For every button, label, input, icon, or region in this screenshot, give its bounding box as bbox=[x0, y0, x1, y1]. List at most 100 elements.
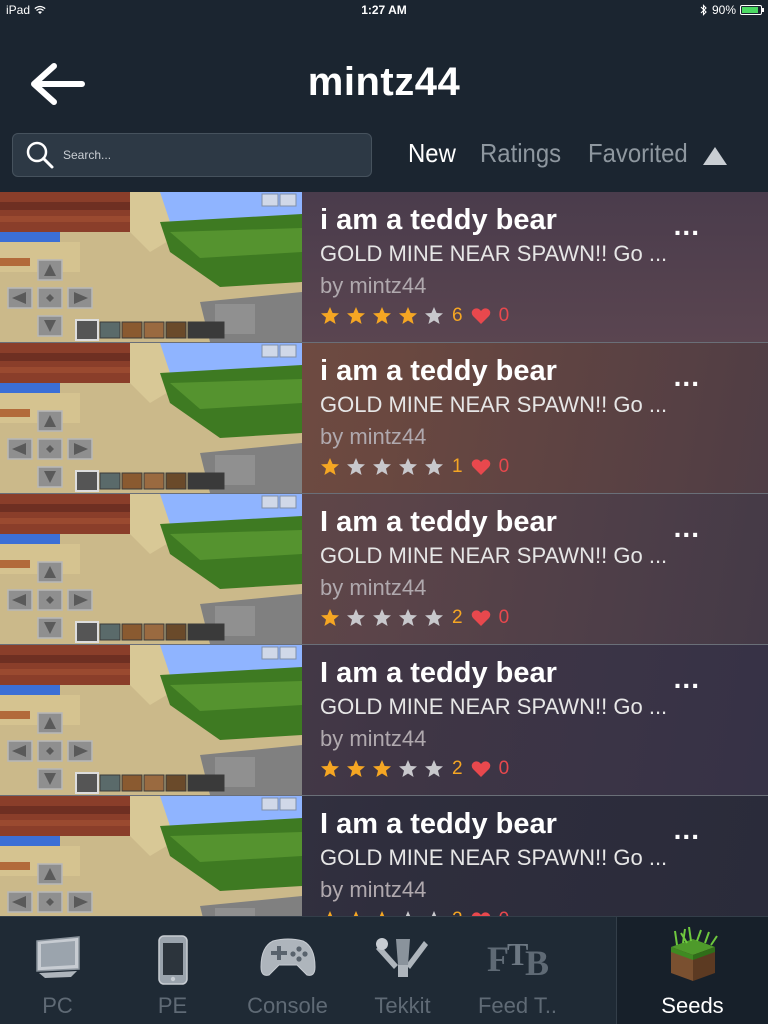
more-button[interactable]: ... bbox=[674, 512, 700, 544]
star-filled-icon bbox=[321, 609, 339, 626]
page-title: mintz44 bbox=[307, 60, 461, 104]
rating-count: 2 bbox=[452, 909, 463, 916]
seed-title: I am a teddy bear bbox=[320, 657, 557, 689]
seed-author: by mintz44 bbox=[320, 273, 427, 298]
filter-tabs: New Ratings Favorited bbox=[408, 138, 717, 169]
heart-icon bbox=[471, 610, 490, 626]
star-empty-icon bbox=[425, 760, 443, 777]
sort-toggle[interactable] bbox=[702, 146, 728, 171]
seed-thumbnail bbox=[0, 192, 302, 342]
svg-text:B: B bbox=[525, 943, 549, 981]
tab-label: Seeds bbox=[661, 993, 724, 1018]
seed-description: GOLD MINE NEAR SPAWN!! Go ... bbox=[320, 694, 668, 719]
search-icon bbox=[26, 141, 54, 169]
tab-label: PC bbox=[42, 993, 73, 1018]
status-time: 1:27 AM bbox=[361, 3, 407, 17]
battery-icon bbox=[740, 5, 764, 15]
tab-pc[interactable]: PC bbox=[0, 917, 115, 1024]
thumbnail bbox=[0, 796, 302, 916]
star-filled-icon bbox=[347, 307, 365, 324]
seed-row[interactable]: I am a teddy bear GOLD MINE NEAR SPAWN!!… bbox=[0, 645, 768, 796]
star-empty-icon bbox=[347, 609, 365, 626]
more-button[interactable]: ... bbox=[674, 361, 700, 393]
seed-description: GOLD MINE NEAR SPAWN!! Go ... bbox=[320, 845, 668, 870]
tab-console[interactable]: Console bbox=[230, 917, 345, 1024]
tab-label: Feed T.. bbox=[477, 993, 558, 1018]
grass-block-icon bbox=[670, 927, 718, 981]
star-filled-icon bbox=[373, 760, 391, 777]
bluetooth-icon bbox=[700, 4, 707, 16]
seed-row[interactable]: i am a teddy bear GOLD MINE NEAR SPAWN!!… bbox=[0, 343, 768, 494]
filter-new[interactable]: New bbox=[408, 138, 456, 169]
filter-favorited[interactable]: Favorited bbox=[588, 138, 688, 169]
favorite-count: 0 bbox=[498, 305, 510, 326]
seed-list: i am a teddy bear GOLD MINE NEAR SPAWN!!… bbox=[0, 192, 768, 916]
status-right: 90% bbox=[700, 3, 764, 17]
more-button[interactable]: ... bbox=[674, 814, 700, 846]
star-empty-icon bbox=[425, 609, 443, 626]
ftb-icon: F T B bbox=[487, 936, 549, 981]
wrench-icon bbox=[375, 938, 428, 977]
star-empty-icon bbox=[425, 458, 443, 475]
tab-label: PE bbox=[157, 993, 188, 1018]
favorite-count: 0 bbox=[498, 607, 510, 628]
seed-stats: 2 0 bbox=[320, 758, 720, 780]
seed-description: GOLD MINE NEAR SPAWN!! Go ... bbox=[320, 241, 668, 266]
tab-seeds[interactable]: Seeds bbox=[616, 917, 768, 1024]
gamepad-icon bbox=[259, 938, 316, 976]
star-empty-icon bbox=[399, 760, 417, 777]
rating-count: 1 bbox=[452, 456, 463, 477]
seed-info: i am a teddy bear GOLD MINE NEAR SPAWN!!… bbox=[320, 355, 720, 478]
filter-ratings[interactable]: Ratings bbox=[480, 138, 561, 169]
seed-author: by mintz44 bbox=[320, 877, 427, 902]
seed-info: I am a teddy bear GOLD MINE NEAR SPAWN!!… bbox=[320, 657, 720, 780]
star-empty-icon bbox=[373, 609, 391, 626]
tab-pe[interactable]: PE bbox=[115, 917, 230, 1024]
favorite-count: 0 bbox=[498, 456, 510, 477]
star-filled-icon bbox=[347, 760, 365, 777]
favorite-count: 0 bbox=[498, 758, 510, 779]
triangle-up-icon bbox=[703, 147, 727, 165]
star-empty-icon bbox=[399, 609, 417, 626]
search-bar[interactable] bbox=[12, 133, 372, 177]
rating-count: 2 bbox=[452, 607, 463, 628]
seed-info: I am a teddy bear GOLD MINE NEAR SPAWN!!… bbox=[320, 506, 720, 629]
star-filled-icon bbox=[321, 458, 339, 475]
svg-text:F: F bbox=[487, 939, 509, 979]
star-empty-icon bbox=[373, 458, 391, 475]
rating-count: 6 bbox=[452, 305, 463, 326]
seed-stats: 2 0 bbox=[320, 909, 720, 916]
seed-thumbnail bbox=[0, 796, 302, 916]
star-filled-icon bbox=[399, 307, 417, 324]
header: mintz44 New Ratings Favorited bbox=[0, 20, 768, 192]
seed-author: by mintz44 bbox=[320, 726, 427, 751]
seed-info: i am a teddy bear GOLD MINE NEAR SPAWN!!… bbox=[320, 204, 720, 327]
seed-description: GOLD MINE NEAR SPAWN!! Go ... bbox=[320, 392, 668, 417]
more-button[interactable]: ... bbox=[674, 210, 700, 242]
seed-description: GOLD MINE NEAR SPAWN!! Go ... bbox=[320, 543, 668, 568]
seed-author: by mintz44 bbox=[320, 575, 427, 600]
seed-stats: 6 0 bbox=[320, 305, 720, 327]
seed-title: i am a teddy bear bbox=[320, 355, 557, 387]
star-empty-icon bbox=[399, 458, 417, 475]
more-button[interactable]: ... bbox=[674, 663, 700, 695]
tab-label: Tekkit bbox=[374, 993, 431, 1018]
star-empty-icon bbox=[347, 458, 365, 475]
tab-feed-the-beast[interactable]: F T B Feed T.. bbox=[460, 917, 575, 1024]
star-empty-icon bbox=[425, 307, 443, 324]
tab-tekkit[interactable]: Tekkit bbox=[345, 917, 460, 1024]
heart-icon bbox=[471, 308, 490, 324]
seed-row[interactable]: i am a teddy bear GOLD MINE NEAR SPAWN!!… bbox=[0, 192, 768, 343]
seed-row[interactable]: I am a teddy bear GOLD MINE NEAR SPAWN!!… bbox=[0, 796, 768, 916]
seed-title: I am a teddy bear bbox=[320, 506, 557, 538]
seed-thumbnail bbox=[0, 645, 302, 795]
thumbnail bbox=[0, 645, 302, 795]
tab-label: Console bbox=[247, 993, 328, 1018]
thumbnail bbox=[0, 192, 302, 342]
rating-count: 2 bbox=[452, 758, 463, 779]
search-input[interactable] bbox=[63, 148, 353, 162]
tablet-icon bbox=[157, 935, 188, 985]
status-bar: iPad 1:27 AM 90% bbox=[0, 0, 768, 20]
seed-row[interactable]: I am a teddy bear GOLD MINE NEAR SPAWN!!… bbox=[0, 494, 768, 645]
heart-icon bbox=[471, 761, 490, 777]
